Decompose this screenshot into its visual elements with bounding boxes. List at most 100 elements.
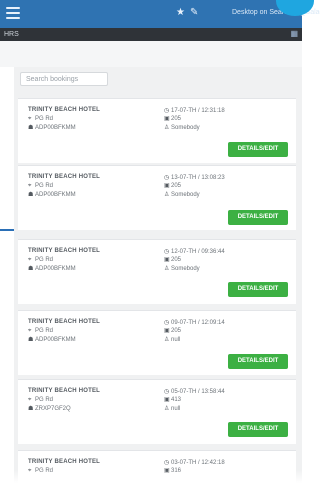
users-icon: ☗ bbox=[28, 406, 34, 412]
date-text: 17-07-TH / 12:31:18 bbox=[171, 108, 225, 114]
hotel-name: TRINITY BEACH HOTEL bbox=[28, 107, 101, 113]
clock-icon: ◷ bbox=[164, 175, 170, 181]
bed-icon: ▣ bbox=[164, 257, 170, 263]
location-row: ⌖PG Rd bbox=[28, 256, 53, 264]
guest-text: null bbox=[171, 337, 181, 343]
guest-text: Somebody bbox=[171, 192, 200, 198]
reference-text: ADP00BFKMM bbox=[35, 337, 76, 343]
reference-text: ADP00BFKMM bbox=[35, 125, 76, 131]
date-row: ◷ 05-07-TH / 13:58:44 bbox=[164, 388, 225, 396]
location-text: PG Rd bbox=[35, 397, 54, 403]
users-icon: ☗ bbox=[28, 125, 34, 131]
drawer-edge-indicator bbox=[0, 229, 14, 231]
clock-icon: ◷ bbox=[164, 108, 170, 114]
location-pin-icon: ⌖ bbox=[28, 328, 32, 334]
location-text: PG Rd bbox=[35, 328, 54, 334]
bottom-fade bbox=[0, 470, 302, 483]
bookings-panel: Search bookings TRINITY BEACH HOTEL ⌖ PG … bbox=[14, 67, 302, 484]
booking-card: TRINITY BEACH HOTEL ⌖ PG Rd ☗ ADP00BFKMM ◷… bbox=[18, 239, 296, 304]
guest-row: ♙ null bbox=[164, 405, 180, 413]
reference-row: ☗ ADP00BFKMM bbox=[28, 124, 76, 132]
grid-icon[interactable]: ▦ bbox=[290, 29, 298, 39]
sub-toolbar: HRS ▦ bbox=[0, 28, 302, 41]
date-row: ◷ 13-07-TH / 13:08:23 bbox=[164, 174, 225, 182]
room-text: 205 bbox=[171, 183, 182, 189]
reference-row: ☗ ADP00BFKMM bbox=[28, 191, 76, 199]
reference-row: ☗ ZRXP7GF2Q bbox=[28, 405, 71, 413]
details-edit-button[interactable]: DETAILS/EDIT bbox=[228, 422, 288, 437]
reference-row: ☗ ADP00BFKMM bbox=[28, 336, 76, 344]
date-row: ◷ 09-07-TH / 12:09:14 bbox=[164, 319, 225, 327]
bed-icon: ▣ bbox=[164, 397, 170, 403]
location-pin-icon: ⌖ bbox=[28, 257, 32, 263]
location-row: ⌖PG Rd bbox=[28, 115, 53, 123]
booking-card: TRINITY BEACH HOTEL ⌖ PG Rd ☗ ADP00BFKMM ◷… bbox=[18, 310, 296, 375]
reference-text: ZRXP7GF2Q bbox=[35, 406, 71, 412]
bed-icon: ▣ bbox=[164, 183, 170, 189]
clock-icon: ◷ bbox=[164, 460, 170, 466]
person-icon: ♙ bbox=[164, 266, 170, 272]
date-text: 05-07-TH / 13:58:44 bbox=[171, 389, 225, 395]
person-icon: ♙ bbox=[164, 125, 170, 131]
location-text: PG Rd bbox=[35, 257, 54, 263]
details-edit-button[interactable]: DETAILS/EDIT bbox=[228, 210, 288, 225]
location-row: ⌖PG Rd bbox=[28, 327, 53, 335]
reference-row: ☗ ADP00BFKMM bbox=[28, 265, 76, 273]
booking-card: TRINITY BEACH HOTEL ⌖ PG Rd ☗ ADP00BFKMM ◷… bbox=[18, 165, 296, 230]
guest-row: ♙ null bbox=[164, 336, 180, 344]
room-row: ▣205 bbox=[164, 182, 181, 190]
date-text: 12-07-TH / 09:36:44 bbox=[171, 249, 225, 255]
date-row: ◷ 12-07-TH / 09:36:44 bbox=[164, 248, 225, 256]
location-pin-icon: ⌖ bbox=[28, 397, 32, 403]
date-row: ◷ 17-07-TH / 12:31:18 bbox=[164, 107, 225, 115]
details-edit-button[interactable]: DETAILS/EDIT bbox=[228, 142, 288, 157]
location-pin-icon: ⌖ bbox=[28, 183, 32, 189]
clock-icon: ◷ bbox=[164, 320, 170, 326]
hotel-name: TRINITY BEACH HOTEL bbox=[28, 459, 101, 465]
date-text: 03-07-TH / 12:42:18 bbox=[171, 460, 225, 466]
guest-text: Somebody bbox=[171, 266, 200, 272]
room-row: ▣205 bbox=[164, 256, 181, 264]
room-text: 205 bbox=[171, 257, 182, 263]
room-text: 205 bbox=[171, 328, 182, 334]
location-text: PG Rd bbox=[35, 183, 54, 189]
users-icon: ☗ bbox=[28, 192, 34, 198]
guest-row: ♙ Somebody bbox=[164, 191, 200, 199]
room-text: 205 bbox=[171, 116, 182, 122]
room-text: 413 bbox=[171, 397, 182, 403]
guest-text: Somebody bbox=[171, 125, 200, 131]
users-icon: ☗ bbox=[28, 266, 34, 272]
room-row: ▣205 bbox=[164, 115, 181, 123]
hotel-name: TRINITY BEACH HOTEL bbox=[28, 388, 101, 394]
bed-icon: ▣ bbox=[164, 116, 170, 122]
bed-icon: ▣ bbox=[164, 328, 170, 334]
hotel-name: TRINITY BEACH HOTEL bbox=[28, 248, 101, 254]
reference-text: ADP00BFKMM bbox=[35, 192, 76, 198]
search-input[interactable]: Search bookings bbox=[20, 72, 108, 86]
pencil-icon[interactable]: ✎ bbox=[190, 6, 198, 20]
details-edit-button[interactable]: DETAILS/EDIT bbox=[228, 354, 288, 369]
person-icon: ♙ bbox=[164, 337, 170, 343]
date-text: 13-07-TH / 13:08:23 bbox=[171, 175, 225, 181]
location-text: PG Rd bbox=[35, 116, 54, 122]
hotel-name: TRINITY BEACH HOTEL bbox=[28, 319, 101, 325]
booking-card: TRINITY BEACH HOTEL ⌖ PG Rd ☗ ZRXP7GF2Q ◷ 0… bbox=[18, 379, 296, 444]
top-app-bar: ★ ✎ Desktop on Search mi_Galagrata bbox=[0, 0, 320, 28]
location-pin-icon: ⌖ bbox=[28, 116, 32, 122]
users-icon: ☗ bbox=[28, 337, 34, 343]
clock-icon: ◷ bbox=[164, 249, 170, 255]
clock-icon: ◷ bbox=[164, 389, 170, 395]
hotel-name: TRINITY BEACH HOTEL bbox=[28, 174, 101, 180]
details-edit-button[interactable]: DETAILS/EDIT bbox=[228, 282, 288, 297]
subbar-label: HRS bbox=[4, 31, 19, 38]
person-icon: ♙ bbox=[164, 406, 170, 412]
room-row: ▣205 bbox=[164, 327, 181, 335]
location-row: ⌖PG Rd bbox=[28, 396, 53, 404]
room-row: ▣413 bbox=[164, 396, 181, 404]
date-row: ◷ 03-07-TH / 12:42:18 bbox=[164, 459, 225, 467]
hamburger-icon[interactable] bbox=[6, 7, 20, 19]
date-text: 09-07-TH / 12:09:14 bbox=[171, 320, 225, 326]
star-icon[interactable]: ★ bbox=[176, 6, 185, 20]
person-icon: ♙ bbox=[164, 192, 170, 198]
guest-row: ♙ Somebody bbox=[164, 265, 200, 273]
